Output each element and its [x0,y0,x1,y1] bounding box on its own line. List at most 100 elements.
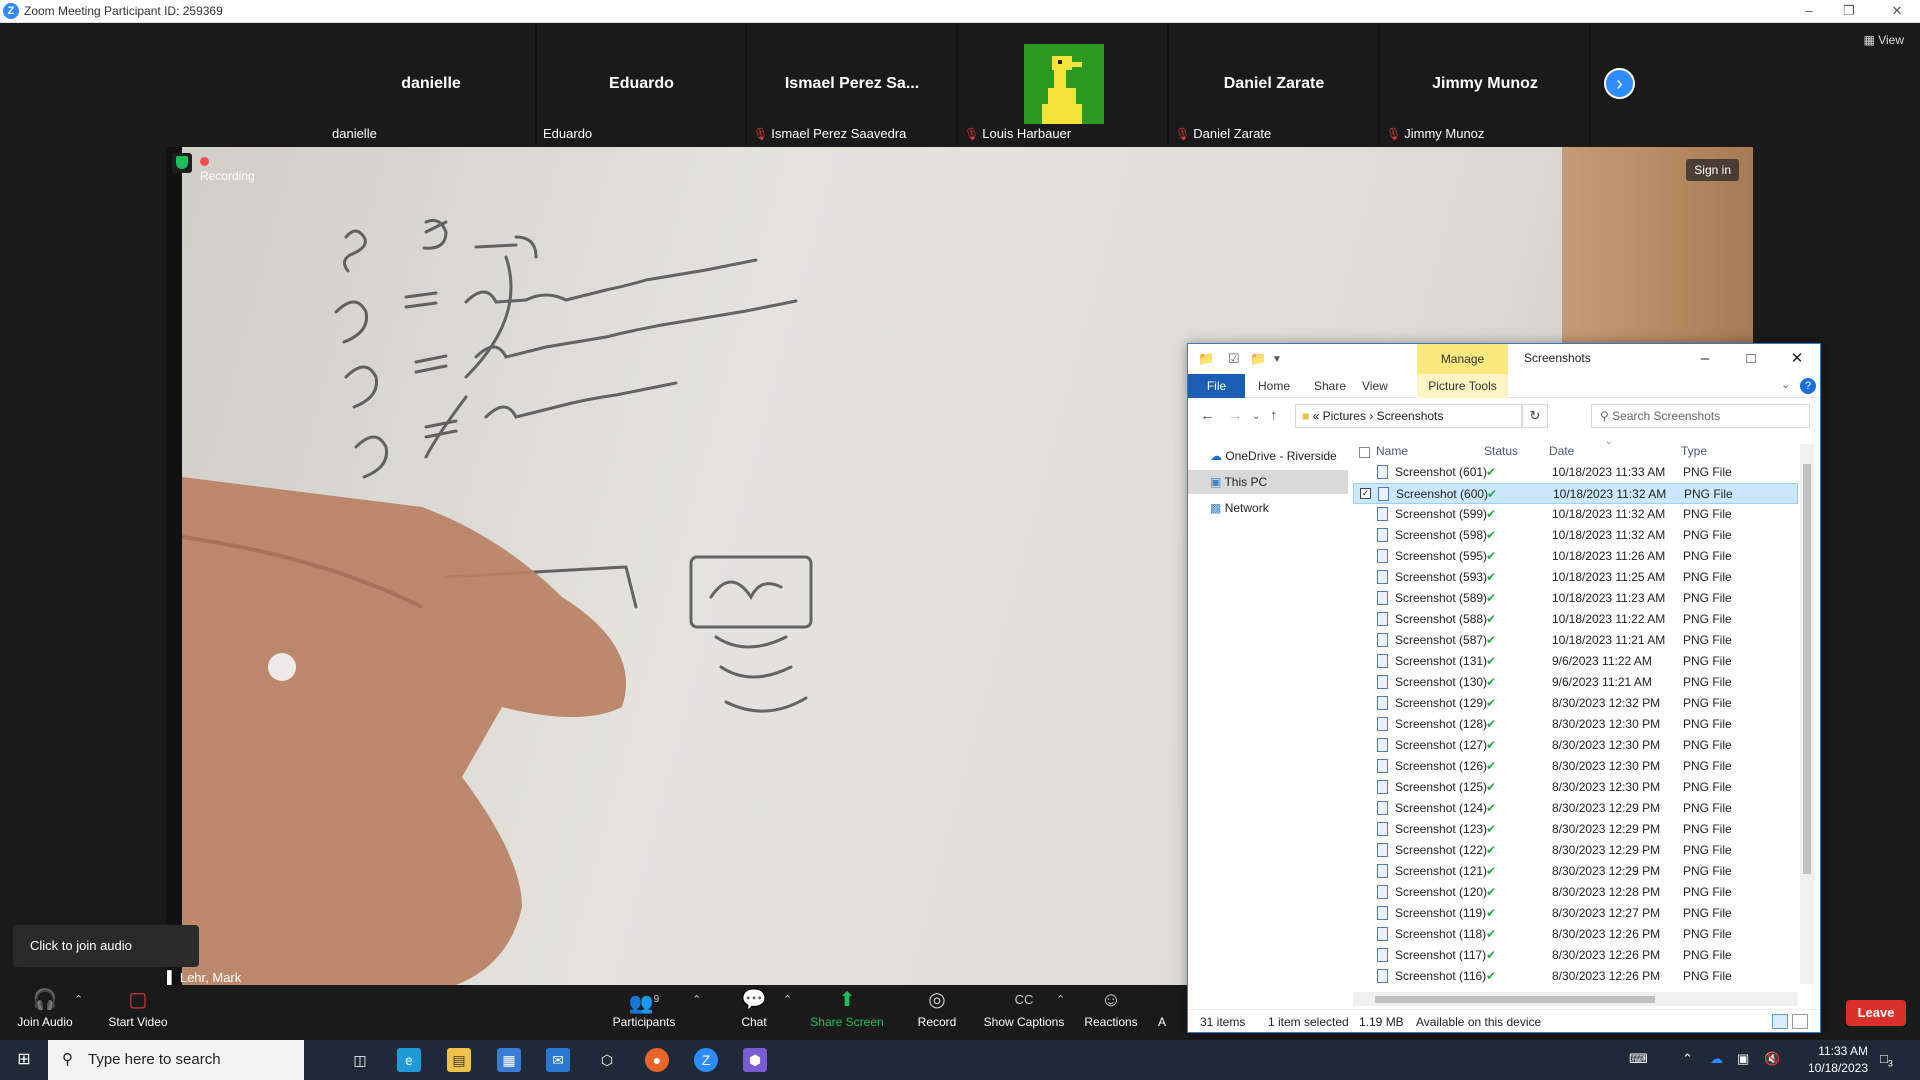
next-page-arrow-icon[interactable]: › [1604,68,1635,99]
row-checkbox-icon[interactable]: ✓ [1360,488,1371,499]
file-row[interactable]: Screenshot (123) ✔ 8/30/2023 12:29 PM PNG F… [1353,819,1798,840]
breadcrumb-pictures[interactable]: Pictures [1323,409,1366,423]
nav-network[interactable]: ▩ Network [1188,496,1348,520]
file-row[interactable]: Screenshot (126) ✔ 8/30/2023 12:30 PM PNG F… [1353,756,1798,777]
recent-locations-icon[interactable]: ⌄ [1252,411,1260,422]
apps-button[interactable]: A [1152,985,1172,1040]
file-row[interactable]: Screenshot (588) ✔ 10/18/2023 11:22 AM PNG … [1353,609,1798,630]
file-row[interactable]: Screenshot (127) ✔ 8/30/2023 12:30 PM PNG F… [1353,735,1798,756]
volume-muted-icon[interactable]: 🔇 [1764,1051,1780,1067]
refresh-icon[interactable]: ↻ [1522,404,1548,428]
taskbar-clock[interactable]: 11:33 AM 10/18/2023 [1808,1043,1868,1077]
column-date[interactable]: Date [1549,444,1574,458]
manage-tab[interactable]: Manage [1417,344,1508,374]
taskbar-search-input[interactable]: ⚲ Type here to search [48,1040,304,1080]
start-video-button[interactable]: ▢ Start Video [93,985,183,1040]
file-row[interactable]: Screenshot (593) ✔ 10/18/2023 11:25 AM PNG … [1353,567,1798,588]
details-view-icon[interactable] [1772,1014,1788,1029]
file-row[interactable]: Screenshot (587) ✔ 10/18/2023 11:21 AM PNG … [1353,630,1798,651]
mail-icon[interactable]: ✉ [546,1048,570,1072]
tray-overflow-icon[interactable]: ⌃ [1682,1051,1693,1067]
column-type[interactable]: Type [1681,444,1707,458]
app-cube-icon[interactable]: ⬡ [595,1048,619,1072]
keyboard-icon[interactable]: ⌨ [1629,1051,1648,1067]
address-bar[interactable]: ■ « Pictures › Screenshots [1295,404,1522,428]
participants-caret-icon[interactable]: ⌃ [692,993,701,1006]
reactions-button[interactable]: ☺ Reactions [1066,985,1156,1040]
explorer-minimize-icon[interactable]: – [1682,344,1728,374]
network-tray-icon[interactable]: ▣ [1737,1051,1749,1067]
search-input[interactable]: ⚲ Search Screenshots [1591,404,1810,428]
audio-options-caret-icon[interactable]: ⌃ [74,993,83,1006]
chat-caret-icon[interactable]: ⌃ [783,993,792,1006]
file-row[interactable]: ✓ Screenshot (600) ✔ 10/18/2023 11:32 AM PNG… [1353,483,1798,504]
tab-share[interactable]: Share [1304,374,1356,398]
file-row[interactable]: Screenshot (117) ✔ 8/30/2023 12:26 PM PNG F… [1353,945,1798,966]
file-row[interactable]: Screenshot (125) ✔ 8/30/2023 12:30 PM PNG F… [1353,777,1798,798]
properties-icon[interactable]: ☑ [1228,351,1240,367]
ribbon-expand-icon[interactable]: ⌄ [1781,378,1790,391]
file-row[interactable]: Screenshot (589) ✔ 10/18/2023 11:23 AM PNG … [1353,588,1798,609]
file-row[interactable]: Screenshot (595) ✔ 10/18/2023 11:26 AM PNG … [1353,546,1798,567]
file-row[interactable]: Screenshot (128) ✔ 8/30/2023 12:30 PM PNG F… [1353,714,1798,735]
participant-tile[interactable]: Eduardo Eduardo [538,23,747,145]
file-row[interactable]: Screenshot (129) ✔ 8/30/2023 12:32 PM PNG F… [1353,693,1798,714]
column-name[interactable]: Name [1376,444,1408,458]
app-hex-icon[interactable]: ⬢ [743,1048,767,1072]
onedrive-tray-icon[interactable]: ☁ [1710,1051,1723,1067]
close-icon[interactable]: ✕ [1874,0,1920,23]
sign-in-button[interactable]: Sign in [1686,159,1739,181]
edge-icon[interactable]: e [397,1048,421,1072]
share-screen-button[interactable]: ⬆ Share Screen [802,985,892,1040]
participant-tile[interactable]: Jimmy Munoz 🎙 Jimmy Munoz [1381,23,1591,145]
file-row[interactable]: Screenshot (598) ✔ 10/18/2023 11:32 AM PNG … [1353,525,1798,546]
file-row[interactable]: Screenshot (131) ✔ 9/6/2023 11:22 AM PNG Fi… [1353,651,1798,672]
select-all-checkbox[interactable] [1359,447,1370,458]
tab-file[interactable]: File [1188,374,1245,398]
restore-icon[interactable]: ❐ [1826,0,1872,23]
participant-tile[interactable]: 🎙 Louis Harbauer [959,23,1169,145]
tab-home[interactable]: Home [1248,374,1300,398]
nav-this-pc[interactable]: ▣ This PC [1188,470,1348,494]
column-status[interactable]: Status [1484,444,1518,458]
tab-view[interactable]: View [1352,374,1398,398]
back-arrow-icon[interactable]: ← [1200,407,1215,424]
file-row[interactable]: Screenshot (601) ✔ 10/18/2023 11:33 AM PNG … [1353,462,1798,483]
file-row[interactable]: Screenshot (124) ✔ 8/30/2023 12:29 PM PNG F… [1353,798,1798,819]
participant-tile[interactable]: Ismael Perez Sa... 🎙 Ismael Perez Saavedr… [748,23,958,145]
file-row[interactable]: Screenshot (119) ✔ 8/30/2023 12:27 PM PNG F… [1353,903,1798,924]
file-row[interactable]: Screenshot (116) ✔ 8/30/2023 12:26 PM PNG F… [1353,966,1798,987]
forward-arrow-icon[interactable]: → [1228,407,1243,424]
record-button[interactable]: ◎ Record [892,985,982,1040]
new-folder-icon[interactable]: 📁 [1250,351,1266,367]
explorer-close-icon[interactable]: ✕ [1774,344,1820,374]
file-explorer-taskbar-icon[interactable]: ▤ [447,1048,471,1072]
tab-picture-tools[interactable]: Picture Tools [1417,374,1508,398]
participant-tile[interactable]: Daniel Zarate 🎙 Daniel Zarate [1170,23,1380,145]
windows-start-icon[interactable]: ⊞ [12,1048,36,1072]
zoom-taskbar-icon[interactable]: Z [694,1048,718,1072]
store-icon[interactable]: ▦ [497,1048,521,1072]
file-row[interactable]: Screenshot (121) ✔ 8/30/2023 12:29 PM PNG F… [1353,861,1798,882]
address-overflow[interactable]: « [1313,409,1320,423]
up-arrow-icon[interactable]: ↑ [1270,407,1278,424]
firefox-icon[interactable]: ● [645,1048,669,1072]
file-row[interactable]: Screenshot (130) ✔ 9/6/2023 11:21 AM PNG Fi… [1353,672,1798,693]
participant-tile[interactable]: danielle danielle [327,23,537,145]
notification-icon[interactable]: □3 [1880,1051,1893,1069]
quick-access-dropdown-icon[interactable]: ▼ [1272,354,1282,365]
file-row[interactable]: Screenshot (120) ✔ 8/30/2023 12:28 PM PNG F… [1353,882,1798,903]
leave-button[interactable]: Leave [1846,1000,1906,1026]
captions-caret-icon[interactable]: ⌃ [1056,993,1065,1006]
large-icons-view-icon[interactable] [1792,1014,1808,1029]
explorer-maximize-icon[interactable]: □ [1728,344,1774,374]
breadcrumb-screenshots[interactable]: Screenshots [1377,409,1444,423]
file-row[interactable]: Screenshot (122) ✔ 8/30/2023 12:29 PM PNG F… [1353,840,1798,861]
security-shield-icon[interactable] [172,153,192,173]
nav-onedrive[interactable]: ☁ OneDrive - Riverside [1188,444,1348,468]
join-audio-popup[interactable]: Click to join audio [13,925,199,967]
help-icon[interactable]: ? [1800,378,1816,394]
file-row[interactable]: Screenshot (118) ✔ 8/30/2023 12:26 PM PNG F… [1353,924,1798,945]
view-button[interactable]: ▦ View [1864,33,1904,47]
participants-button[interactable]: 👥9 Participants [599,985,689,1040]
